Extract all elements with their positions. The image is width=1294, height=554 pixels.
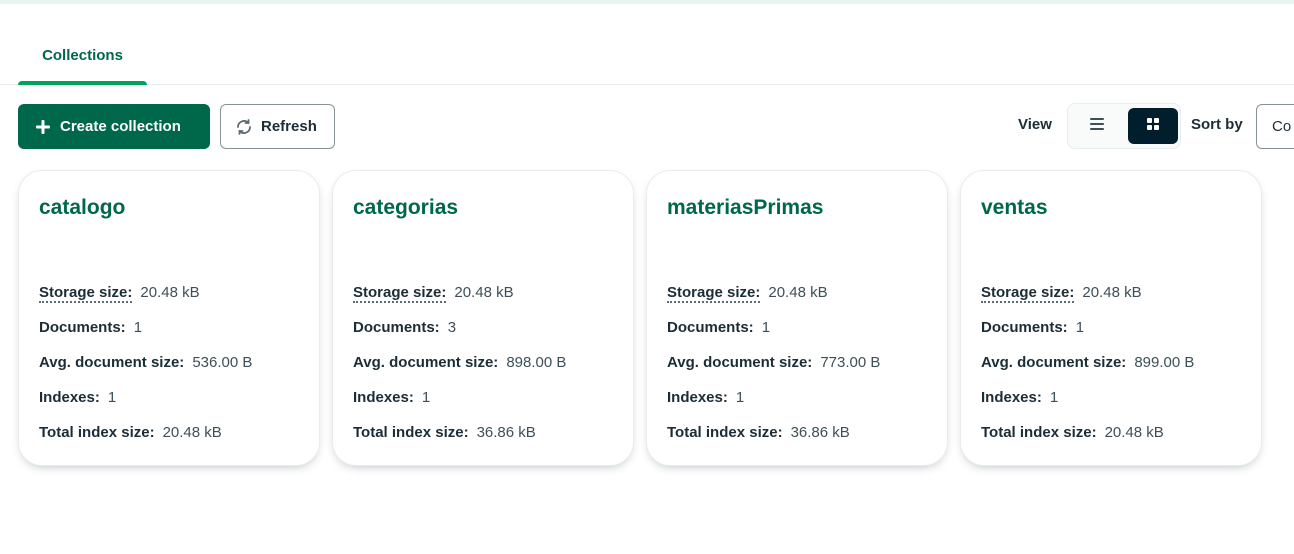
storage-size-row: Storage size: 20.48 kB bbox=[39, 284, 200, 303]
documents-value: 1 bbox=[1075, 319, 1085, 336]
collection-name[interactable]: ventas bbox=[981, 196, 1048, 220]
documents-label: Documents: bbox=[353, 319, 440, 336]
documents-label: Documents: bbox=[39, 319, 126, 336]
storage-size-row: Storage size: 20.48 kB bbox=[353, 284, 514, 303]
total-index-size-row: Total index size: 36.86 kB bbox=[353, 424, 536, 441]
indexes-row: Indexes: 1 bbox=[39, 389, 116, 406]
storage-size-label[interactable]: Storage size: bbox=[39, 284, 133, 303]
documents-value: 1 bbox=[133, 319, 143, 336]
grid-view-button[interactable] bbox=[1128, 108, 1178, 144]
total-index-size-row: Total index size: 36.86 kB bbox=[667, 424, 850, 441]
storage-size-label[interactable]: Storage size: bbox=[981, 284, 1075, 303]
indexes-row: Indexes: 1 bbox=[353, 389, 430, 406]
tab-collections[interactable]: Collections bbox=[18, 40, 147, 85]
avg-doc-size-label: Avg. document size: bbox=[981, 354, 1127, 371]
refresh-button[interactable]: Refresh bbox=[220, 104, 335, 149]
avg-doc-size-label: Avg. document size: bbox=[353, 354, 499, 371]
documents-row: Documents: 1 bbox=[667, 319, 770, 336]
list-icon bbox=[1089, 117, 1105, 136]
collection-name[interactable]: catalogo bbox=[39, 196, 125, 220]
avg-doc-size-label: Avg. document size: bbox=[39, 354, 185, 371]
view-label: View bbox=[1018, 116, 1052, 133]
list-view-button[interactable] bbox=[1072, 108, 1122, 144]
total-index-size-row: Total index size: 20.48 kB bbox=[981, 424, 1164, 441]
collection-name[interactable]: categorias bbox=[353, 196, 458, 220]
storage-size-label[interactable]: Storage size: bbox=[353, 284, 447, 303]
indexes-label: Indexes: bbox=[667, 389, 728, 406]
total-index-size-label: Total index size: bbox=[353, 424, 469, 441]
tab-collections-label: Collections bbox=[42, 47, 123, 64]
storage-size-value: 20.48 kB bbox=[768, 284, 828, 301]
documents-value: 3 bbox=[447, 319, 457, 336]
collection-card[interactable]: materiasPrimas Storage size: 20.48 kB Doc… bbox=[646, 170, 948, 466]
avg-doc-size-value: 899.00 B bbox=[1134, 354, 1195, 371]
create-collection-button[interactable]: Create collection bbox=[18, 104, 210, 149]
storage-size-value: 20.48 kB bbox=[1082, 284, 1142, 301]
storage-size-value: 20.48 kB bbox=[140, 284, 200, 301]
storage-size-value: 20.48 kB bbox=[454, 284, 514, 301]
documents-value: 1 bbox=[761, 319, 771, 336]
indexes-value: 1 bbox=[735, 389, 745, 406]
total-index-size-value: 20.48 kB bbox=[1104, 424, 1164, 441]
storage-size-row: Storage size: 20.48 kB bbox=[981, 284, 1142, 303]
documents-row: Documents: 3 bbox=[353, 319, 456, 336]
avg-doc-size-row: Avg. document size: 773.00 B bbox=[667, 354, 880, 371]
avg-doc-size-value: 898.00 B bbox=[506, 354, 567, 371]
total-index-size-value: 20.48 kB bbox=[162, 424, 222, 441]
total-index-size-value: 36.86 kB bbox=[790, 424, 850, 441]
collection-card[interactable]: categorias Storage size: 20.48 kB Documen… bbox=[332, 170, 634, 466]
plus-icon bbox=[34, 118, 52, 136]
indexes-row: Indexes: 1 bbox=[981, 389, 1058, 406]
total-index-size-label: Total index size: bbox=[667, 424, 783, 441]
total-index-size-label: Total index size: bbox=[981, 424, 1097, 441]
sort-by-label: Sort by bbox=[1191, 116, 1243, 133]
indexes-label: Indexes: bbox=[353, 389, 414, 406]
avg-doc-size-label: Avg. document size: bbox=[667, 354, 813, 371]
storage-size-label[interactable]: Storage size: bbox=[667, 284, 761, 303]
indexes-label: Indexes: bbox=[981, 389, 1042, 406]
avg-doc-size-value: 773.00 B bbox=[820, 354, 881, 371]
avg-doc-size-row: Avg. document size: 898.00 B bbox=[353, 354, 566, 371]
collection-card[interactable]: catalogo Storage size: 20.48 kB Documents… bbox=[18, 170, 320, 466]
indexes-value: 1 bbox=[421, 389, 431, 406]
refresh-icon bbox=[235, 118, 253, 136]
total-index-size-label: Total index size: bbox=[39, 424, 155, 441]
indexes-label: Indexes: bbox=[39, 389, 100, 406]
collection-card[interactable]: ventas Storage size: 20.48 kB Documents: 1… bbox=[960, 170, 1262, 466]
avg-doc-size-row: Avg. document size: 536.00 B bbox=[39, 354, 252, 371]
collection-name[interactable]: materiasPrimas bbox=[667, 196, 823, 220]
avg-doc-size-row: Avg. document size: 899.00 B bbox=[981, 354, 1194, 371]
documents-label: Documents: bbox=[667, 319, 754, 336]
documents-label: Documents: bbox=[981, 319, 1068, 336]
storage-size-row: Storage size: 20.48 kB bbox=[667, 284, 828, 303]
active-tab-indicator bbox=[18, 81, 147, 85]
create-collection-label: Create collection bbox=[60, 118, 181, 135]
documents-row: Documents: 1 bbox=[39, 319, 142, 336]
sort-select[interactable]: Co bbox=[1256, 104, 1294, 149]
total-index-size-value: 36.86 kB bbox=[476, 424, 536, 441]
refresh-label: Refresh bbox=[261, 118, 317, 135]
tab-bar: Collections bbox=[0, 0, 1294, 85]
view-toggle bbox=[1067, 103, 1181, 149]
total-index-size-row: Total index size: 20.48 kB bbox=[39, 424, 222, 441]
indexes-row: Indexes: 1 bbox=[667, 389, 744, 406]
documents-row: Documents: 1 bbox=[981, 319, 1084, 336]
avg-doc-size-value: 536.00 B bbox=[192, 354, 253, 371]
grid-icon bbox=[1146, 117, 1160, 136]
indexes-value: 1 bbox=[1049, 389, 1059, 406]
indexes-value: 1 bbox=[107, 389, 117, 406]
